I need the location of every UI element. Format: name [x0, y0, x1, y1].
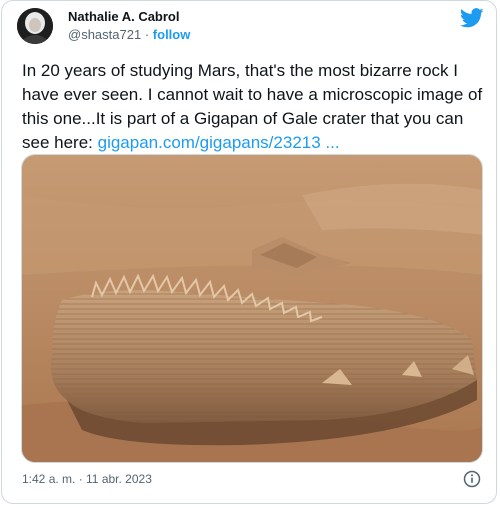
- gigapan-link[interactable]: gigapan.com/gigapans/23213 ...: [98, 133, 340, 152]
- avatar[interactable]: [17, 8, 53, 44]
- follow-button[interactable]: follow: [153, 27, 191, 42]
- tweet-card: Nathalie A. Cabrol @shasta721 · follow I…: [1, 0, 497, 504]
- tweet-text: In 20 years of studying Mars, that's the…: [22, 59, 488, 155]
- handle-row: @shasta721 · follow: [68, 27, 190, 42]
- author-name[interactable]: Nathalie A. Cabrol: [68, 9, 179, 24]
- separator-dot: ·: [144, 27, 150, 42]
- mars-rock-image: [22, 155, 482, 462]
- author-handle[interactable]: @shasta721: [68, 27, 141, 42]
- timestamp[interactable]: 1:42 a. m. · 11 abr. 2023: [22, 472, 152, 486]
- mars-rock-photo[interactable]: [21, 154, 483, 463]
- info-icon[interactable]: [463, 470, 481, 488]
- avatar-image: [17, 8, 53, 44]
- twitter-bird-icon[interactable]: [460, 8, 484, 28]
